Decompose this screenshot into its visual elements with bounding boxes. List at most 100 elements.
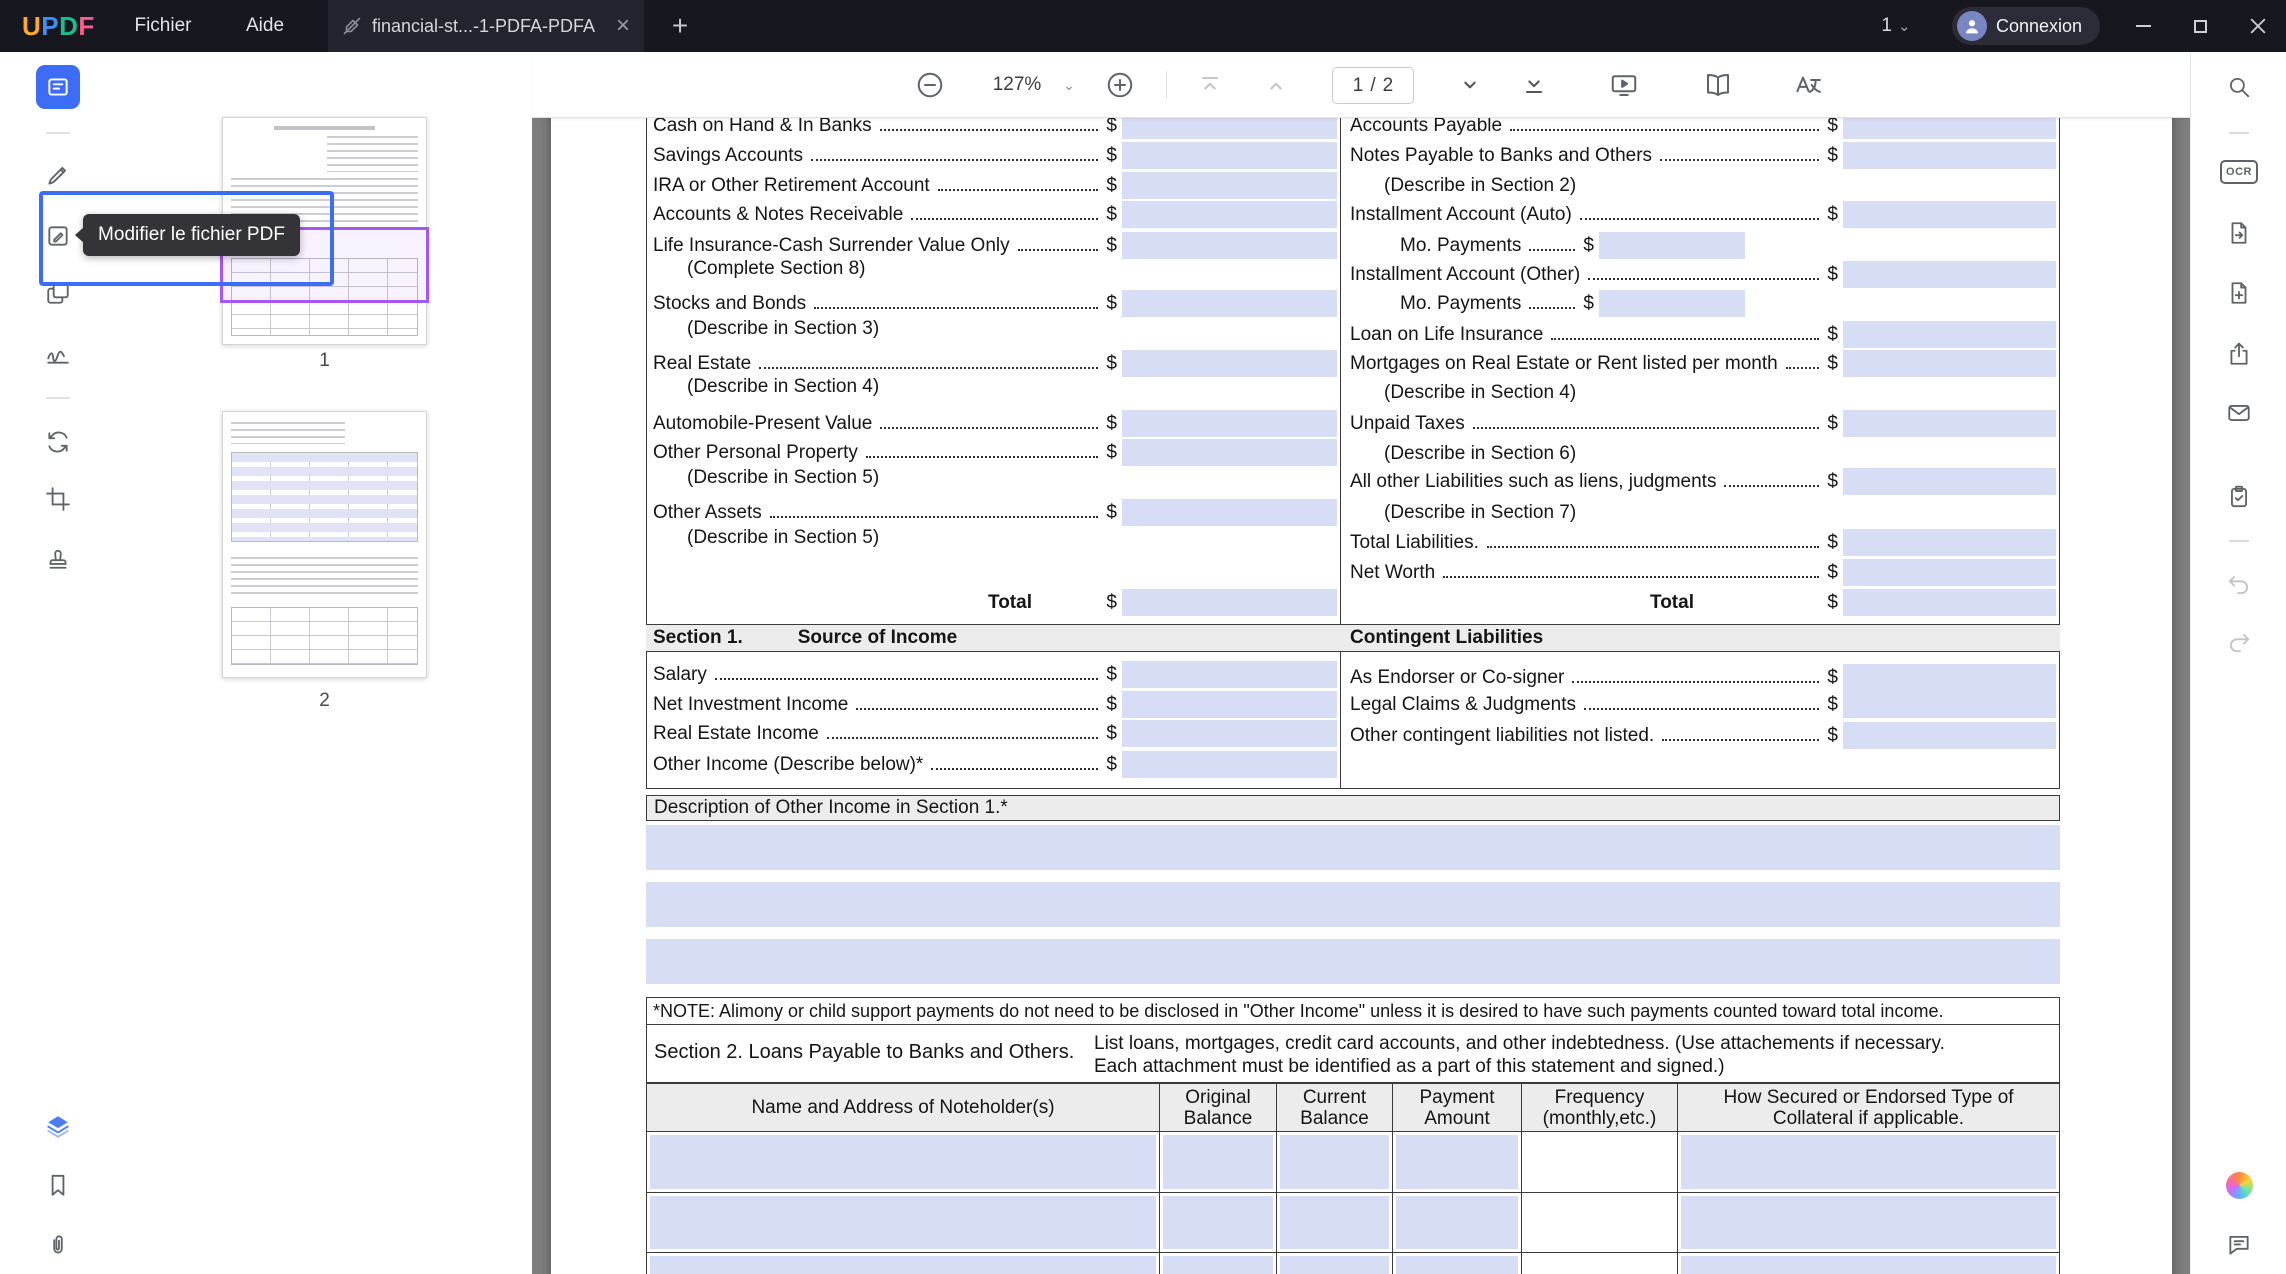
organize-pages-tool-button[interactable] (36, 271, 80, 315)
last-page-button[interactable] (1514, 65, 1554, 105)
reader-tool-button[interactable] (36, 65, 80, 109)
amount-input[interactable] (1599, 290, 1745, 317)
new-tab-button[interactable]: + (652, 0, 708, 52)
amount-input[interactable] (1843, 529, 2056, 556)
feedback-button[interactable] (2217, 1223, 2261, 1267)
page-layout-button[interactable] (1698, 65, 1738, 105)
currency-symbol: $ (1106, 664, 1117, 686)
amount-input[interactable] (1843, 559, 2056, 586)
export-button[interactable] (2217, 211, 2261, 255)
table-cell-input[interactable] (1280, 1196, 1389, 1249)
page-number-input[interactable]: 1 / 2 (1332, 67, 1414, 104)
table-cell-input[interactable] (1396, 1256, 1518, 1274)
amount-input[interactable] (1843, 468, 2056, 495)
dotted-leader (1443, 576, 1819, 578)
email-button[interactable] (2217, 391, 2261, 435)
document-canvas[interactable]: Cash on Hand & In Banks$ Savings Account… (532, 118, 2190, 1274)
document-tab[interactable]: financial-st...-1-PDFA-PDFA × (328, 0, 644, 52)
amount-input[interactable] (1843, 142, 2056, 169)
amount-input[interactable] (1843, 201, 2056, 228)
maximize-button[interactable] (2172, 0, 2229, 52)
table-cell-input[interactable] (1163, 1135, 1273, 1189)
search-button[interactable] (2217, 65, 2261, 109)
annotate-tool-button[interactable] (36, 153, 80, 197)
menu-fichier[interactable]: Fichier (118, 0, 208, 52)
stamp-tool-button[interactable] (36, 536, 80, 580)
menu-aide[interactable]: Aide (230, 0, 300, 52)
first-page-button[interactable] (1190, 65, 1230, 105)
column-header: Frequency (monthly,etc.) (1521, 1084, 1677, 1131)
share-button[interactable] (2217, 332, 2261, 376)
amount-input[interactable] (1122, 118, 1337, 139)
presentation-mode-button[interactable] (1604, 65, 1644, 105)
zoom-in-button[interactable] (1100, 65, 1140, 105)
field-label: As Endorser or Co-signer (1350, 667, 1564, 689)
amount-input[interactable] (1843, 410, 2056, 437)
amount-input[interactable] (1122, 201, 1337, 228)
crop-tool-button[interactable] (36, 477, 80, 521)
amount-input[interactable] (1122, 589, 1337, 616)
table-cell-input[interactable] (1396, 1196, 1518, 1249)
amount-input[interactable] (1843, 321, 2056, 348)
sign-tool-button[interactable] (36, 332, 80, 376)
zoom-out-button[interactable] (910, 65, 950, 105)
amount-input[interactable] (1122, 661, 1337, 688)
table-cell-input[interactable] (1280, 1135, 1389, 1189)
table-cell-input[interactable] (650, 1135, 1156, 1189)
zoom-level[interactable]: 127% (978, 65, 1056, 105)
table-cell-input[interactable] (1163, 1196, 1273, 1249)
amount-input[interactable] (1843, 664, 2056, 691)
amount-input[interactable] (1122, 410, 1337, 437)
table-cell-input[interactable] (1396, 1135, 1518, 1189)
amount-input[interactable] (1122, 172, 1337, 199)
amount-input[interactable] (1122, 290, 1337, 317)
field-sublabel: (Describe in Section 2) (1350, 175, 1576, 197)
amount-input[interactable] (1843, 118, 2056, 139)
other-income-input-row[interactable] (646, 825, 2060, 870)
zoom-dropdown-caret[interactable]: ⌄ (1056, 65, 1082, 105)
amount-input[interactable] (1843, 691, 2056, 718)
minimize-button[interactable] (2115, 0, 2172, 52)
page-thumbnail-2[interactable] (222, 411, 427, 678)
table-cell-input[interactable] (1280, 1256, 1389, 1274)
other-income-input-row[interactable] (646, 882, 2060, 927)
layers-button[interactable] (36, 1104, 80, 1148)
table-cell-input[interactable] (1163, 1256, 1273, 1274)
field-label: Mo. Payments (1400, 235, 1521, 257)
tab-close-icon[interactable]: × (616, 14, 630, 38)
form-field-button[interactable] (2217, 475, 2261, 519)
undo-button[interactable] (2217, 562, 2261, 606)
amount-input[interactable] (1843, 261, 2056, 288)
amount-input[interactable] (1122, 439, 1337, 466)
table-cell-input[interactable] (650, 1196, 1156, 1249)
translate-button[interactable] (1788, 65, 1828, 105)
previous-page-button[interactable] (1256, 65, 1296, 105)
amount-input[interactable] (1122, 720, 1337, 747)
amount-input[interactable] (1843, 589, 2056, 616)
amount-input[interactable] (1843, 350, 2056, 377)
amount-input[interactable] (1843, 722, 2056, 749)
stickers-button[interactable] (2217, 1163, 2261, 1207)
attachment-button[interactable] (36, 1223, 80, 1267)
convert-tool-button[interactable] (36, 420, 80, 464)
login-button[interactable]: Connexion (1952, 7, 2100, 45)
create-pdf-button[interactable] (2217, 271, 2261, 315)
amount-input[interactable] (1122, 691, 1337, 718)
amount-input[interactable] (1122, 499, 1337, 526)
table-cell-input[interactable] (1681, 1256, 2056, 1274)
close-button[interactable] (2229, 0, 2286, 52)
amount-input[interactable] (1599, 232, 1745, 259)
ocr-button[interactable]: OCR (2217, 150, 2261, 194)
next-page-button[interactable] (1450, 65, 1490, 105)
window-count-dropdown[interactable]: 1 ⌄ (1858, 0, 1934, 52)
logo-letter: P (41, 11, 59, 42)
table-cell-input[interactable] (1681, 1196, 2056, 1249)
edit-pdf-tool-button[interactable] (36, 214, 80, 258)
table-cell-input[interactable] (650, 1256, 1156, 1274)
redo-button[interactable] (2217, 620, 2261, 664)
bookmark-button[interactable] (36, 1163, 80, 1207)
amount-input[interactable] (1122, 142, 1337, 169)
amount-input[interactable] (1122, 751, 1337, 778)
table-cell-input[interactable] (1681, 1135, 2056, 1189)
other-income-input-row[interactable] (646, 939, 2060, 984)
